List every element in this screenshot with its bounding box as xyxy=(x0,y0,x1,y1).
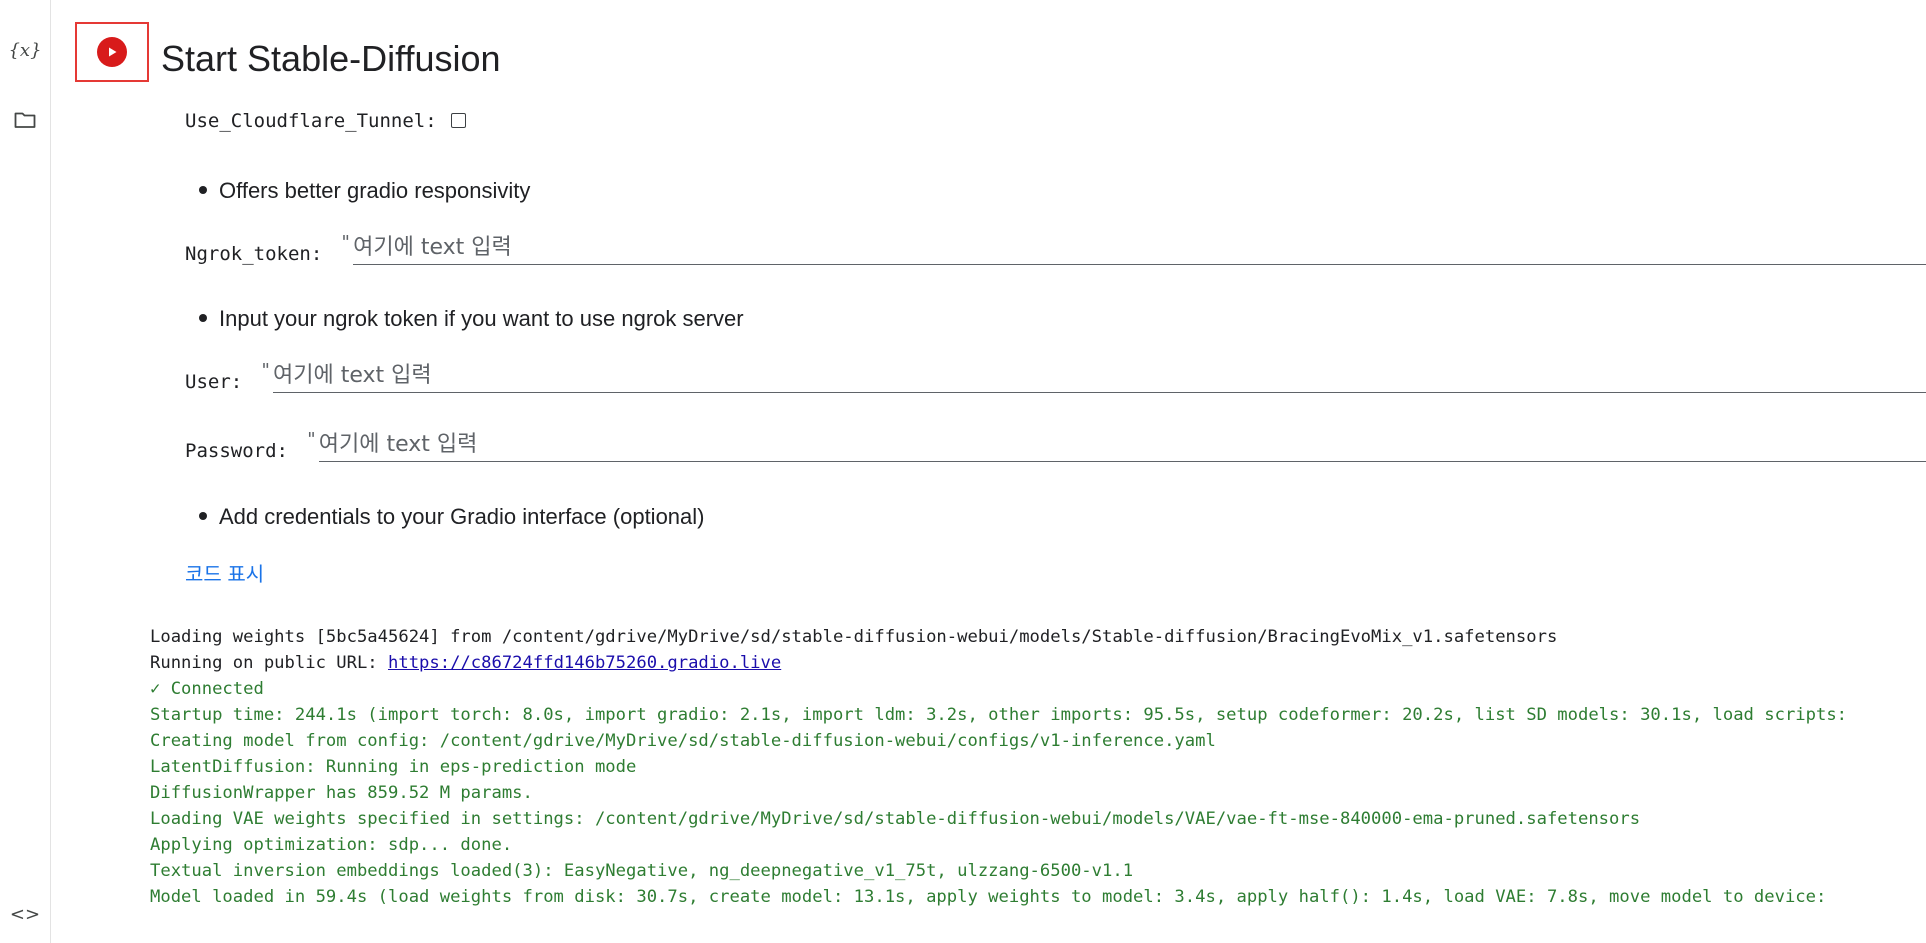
run-cell-button[interactable] xyxy=(97,37,127,67)
output-line: Textual inversion embeddings loaded(3): … xyxy=(150,861,1134,881)
cloudflare-hint: Offers better gradio responsivity xyxy=(199,178,530,204)
run-button-highlight xyxy=(75,22,149,82)
output-line: ✓ Connected xyxy=(150,679,264,699)
left-sidebar: {x} <> xyxy=(0,0,51,943)
cloudflare-label: Use_Cloudflare_Tunnel: xyxy=(185,110,437,132)
show-code-link[interactable]: 코드 표시 xyxy=(185,558,264,587)
ngrok-quote: " xyxy=(340,232,352,253)
user-input[interactable] xyxy=(273,360,1926,393)
output-line: Creating model from config: /content/gdr… xyxy=(150,731,1216,751)
ngrok-label: Ngrok_token: xyxy=(185,243,323,265)
output-line: Loading VAE weights specified in setting… xyxy=(150,809,1641,829)
password-quote: " xyxy=(305,429,317,450)
cell-output: Loading weights [5bc5a45624] from /conte… xyxy=(150,624,1926,910)
password-input[interactable] xyxy=(318,429,1926,462)
output-line: DiffusionWrapper has 859.52 M params. xyxy=(150,783,533,803)
user-row: User: " xyxy=(185,360,1926,393)
public-url-link[interactable]: https://c86724ffd146b75260.gradio.live xyxy=(388,653,781,673)
bullet-dot xyxy=(199,512,207,521)
password-row: Password: " xyxy=(185,429,1926,462)
output-line: Startup time: 244.1s (import torch: 8.0s… xyxy=(150,705,1848,725)
folder-icon-graphic xyxy=(14,112,36,128)
output-url-prefix: Running on public URL: xyxy=(150,653,388,673)
play-icon xyxy=(109,47,117,57)
output-line: Running on public URL: https://c86724ffd… xyxy=(150,650,1926,676)
password-label: Password: xyxy=(185,440,288,462)
bullet-dot xyxy=(199,186,207,195)
cloudflare-row: Use_Cloudflare_Tunnel: xyxy=(185,110,1926,132)
ngrok-hint-text: Input your ngrok token if you want to us… xyxy=(219,306,744,331)
credentials-hint-text: Add credentials to your Gradio interface… xyxy=(219,504,705,529)
output-line: Loading weights [5bc5a45624] from /conte… xyxy=(150,627,1558,647)
ngrok-row: Ngrok_token: " xyxy=(185,232,1926,265)
ngrok-hint: Input your ngrok token if you want to us… xyxy=(199,306,744,332)
code-snippets-icon[interactable]: <> xyxy=(0,896,50,932)
variables-icon[interactable]: {x} xyxy=(0,32,50,68)
cloudflare-hint-text: Offers better gradio responsivity xyxy=(219,178,531,203)
bullet-dot xyxy=(199,314,207,323)
colab-notebook: {x} <> Start Stable-Diffusion Use_Cloudf… xyxy=(0,0,1926,943)
output-line: LatentDiffusion: Running in eps-predicti… xyxy=(150,757,637,777)
cell-title: Start Stable-Diffusion xyxy=(161,38,501,79)
user-label: User: xyxy=(185,371,243,393)
folder-icon[interactable] xyxy=(0,102,50,138)
cloudflare-checkbox[interactable] xyxy=(450,113,466,128)
output-line: Model loaded in 59.4s (load weights from… xyxy=(150,887,1827,907)
credentials-hint: Add credentials to your Gradio interface… xyxy=(199,504,704,530)
user-quote: " xyxy=(260,360,272,381)
ngrok-token-input[interactable] xyxy=(353,232,1926,265)
code-cell: Start Stable-Diffusion Use_Cloudflare_Tu… xyxy=(50,0,1926,943)
output-line: Applying optimization: sdp... done. xyxy=(150,835,513,855)
